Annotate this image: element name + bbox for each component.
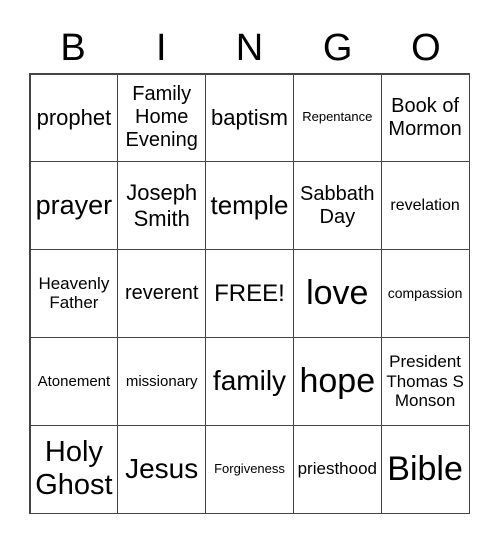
bingo-header: B I N G O xyxy=(29,26,470,70)
bingo-cell: priesthood xyxy=(292,424,382,514)
bingo-cell: Heavenly Father xyxy=(29,249,119,338)
bingo-cell: Repentance xyxy=(292,73,382,163)
bingo-grid: prophet Family Home Evening baptism Repe… xyxy=(29,73,470,514)
bingo-cell: prophet xyxy=(29,73,119,163)
bingo-cell: Jesus xyxy=(117,424,207,514)
bingo-cell: family xyxy=(205,336,294,426)
bingo-cell: love xyxy=(292,249,382,338)
bingo-cell: Family Home Evening xyxy=(117,73,207,163)
bingo-cell: missionary xyxy=(117,336,207,426)
bingo-cell: prayer xyxy=(29,161,119,251)
bingo-cell: Forgiveness xyxy=(205,424,294,514)
header-letter-b: B xyxy=(60,27,86,69)
bingo-cell: baptism xyxy=(205,73,294,163)
bingo-cell: reverent xyxy=(117,249,207,338)
bingo-cell: Book of Mormon xyxy=(380,73,470,163)
bingo-cell: revelation xyxy=(380,161,470,251)
bingo-cell: Bible xyxy=(380,424,470,514)
header-letter-n: N xyxy=(235,27,264,69)
bingo-cell: hope xyxy=(292,336,382,426)
free-space: FREE! xyxy=(205,249,294,338)
bingo-cell: Sabbath Day xyxy=(292,161,382,251)
bingo-cell: President Thomas S Monson xyxy=(380,336,470,426)
header-letter-g: G xyxy=(322,27,353,69)
bingo-cell: temple xyxy=(205,161,294,251)
bingo-cell: Joseph Smith xyxy=(117,161,207,251)
header-letter-i: I xyxy=(156,27,167,69)
bingo-cell: Holy Ghost xyxy=(29,424,119,514)
header-letter-o: O xyxy=(411,27,441,69)
bingo-cell: Atonement xyxy=(29,336,119,426)
bingo-cell: compassion xyxy=(380,249,470,338)
